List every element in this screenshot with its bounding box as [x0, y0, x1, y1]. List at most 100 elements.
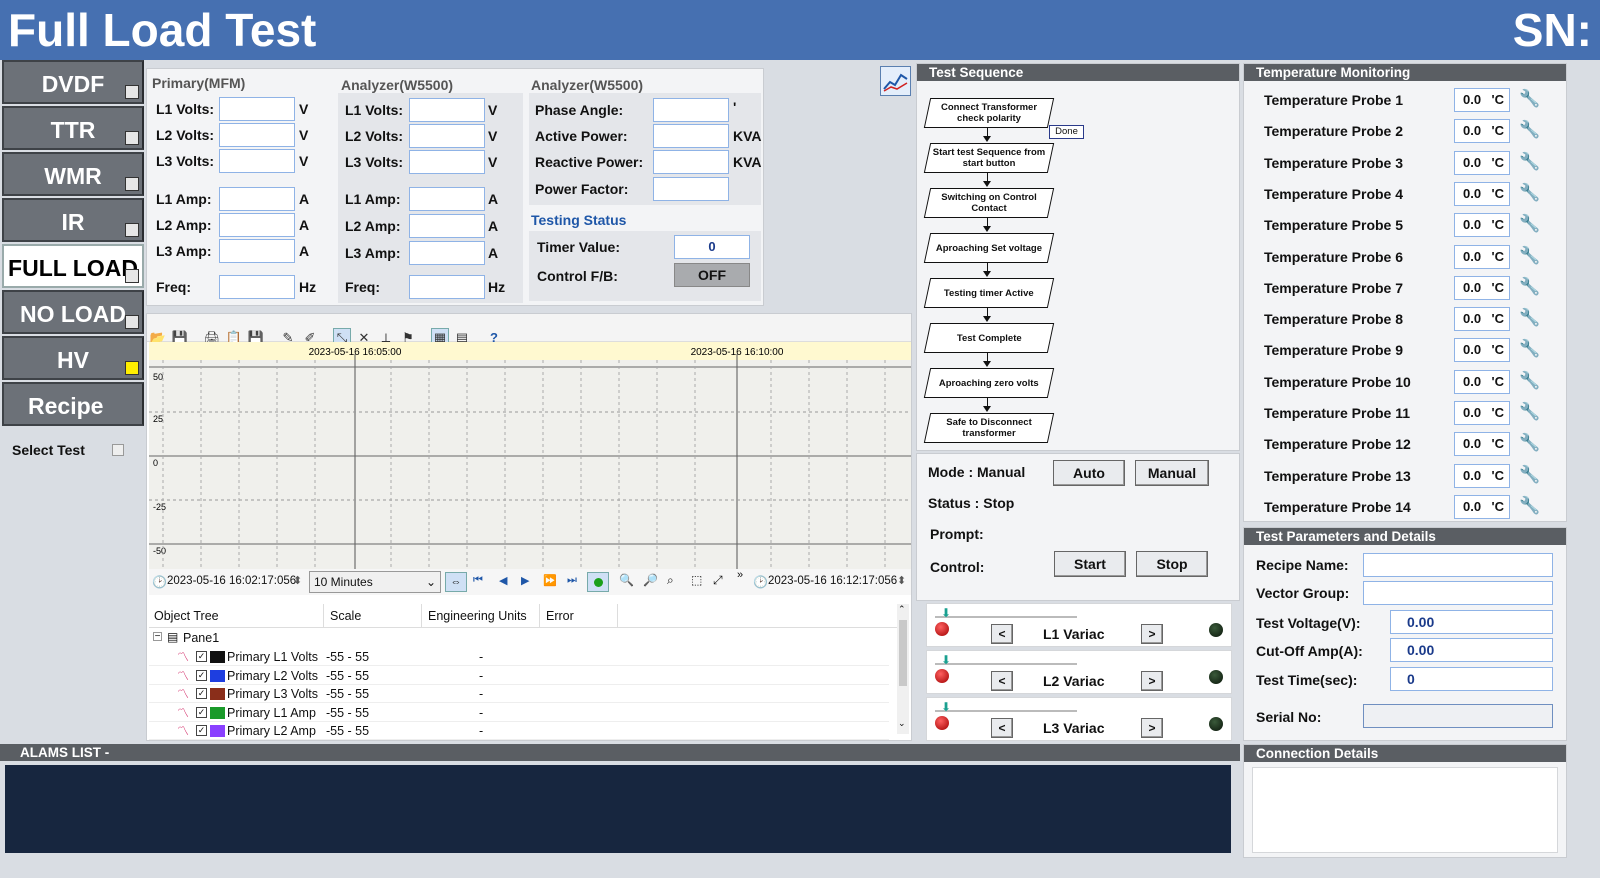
test-params-title: Test Parameters and Details — [1244, 528, 1566, 545]
unit-a: A — [299, 191, 310, 207]
nav-hv-button[interactable]: HV — [2, 336, 144, 380]
end-time-field[interactable]: 2023-05-16 16:12:17:056 — [768, 575, 897, 587]
scroll-up-icon[interactable]: ⌃ — [898, 604, 906, 615]
series-row[interactable]: 〽 ✓ Primary L1 Volts -55 - 55 - — [149, 648, 889, 666]
wrench-icon[interactable]: 🔧 — [1519, 214, 1540, 234]
more-tools-icon[interactable]: » — [737, 569, 743, 581]
series-checkbox[interactable]: ✓ — [196, 706, 207, 718]
test-sequence-title: Test Sequence — [917, 64, 1239, 81]
nav-dvdf-button[interactable]: DVDF — [2, 60, 144, 104]
wrench-icon[interactable]: 🔧 — [1519, 246, 1540, 266]
nav-wmr-button[interactable]: WMR — [2, 152, 144, 196]
wrench-icon[interactable]: 🔧 — [1519, 371, 1540, 391]
variac-increase-button[interactable]: > — [1141, 671, 1163, 691]
nav-ttr-button[interactable]: TTR — [2, 106, 144, 150]
variac-increase-button[interactable]: > — [1141, 624, 1163, 644]
variac-slider-track[interactable] — [935, 663, 1077, 665]
series-checkbox[interactable]: ✓ — [196, 725, 207, 736]
cutoff-amp-field[interactable]: 0.00 — [1390, 638, 1553, 662]
wrench-icon[interactable]: 🔧 — [1519, 308, 1540, 328]
zoom-fit-icon[interactable]: ⌕ — [667, 573, 674, 588]
variac-increase-button[interactable]: > — [1141, 718, 1163, 738]
unit-a: A — [299, 217, 310, 233]
start-time-field[interactable]: 2023-05-16 16:02:17:056 — [167, 575, 296, 587]
last-icon[interactable]: ⏭ — [567, 574, 577, 587]
sequence-step-label: Safe to Disconnect transformer — [946, 417, 1032, 439]
live-icon[interactable] — [587, 572, 609, 592]
nav-ir-button[interactable]: IR — [2, 198, 144, 242]
tree-pane-row[interactable]: − ▤ Pane1 — [153, 630, 633, 648]
wrench-icon[interactable]: 🔧 — [1519, 277, 1540, 297]
zoom-box-icon[interactable]: ⬚ — [691, 573, 702, 587]
nav-no-load-button[interactable]: NO LOAD — [2, 290, 144, 334]
fast-forward-icon[interactable]: ⏩ — [543, 574, 557, 587]
serial-no-field[interactable] — [1363, 704, 1553, 728]
wrench-icon[interactable]: 🔧 — [1519, 89, 1540, 109]
start-button[interactable]: Start — [1054, 551, 1126, 577]
wrench-icon[interactable]: 🔧 — [1519, 402, 1540, 422]
range-select[interactable]: 10 Minutes ⌄ — [309, 571, 441, 593]
series-scale: -55 - 55 — [326, 705, 370, 720]
testing-status-title: Testing Status — [531, 212, 627, 228]
select-test-checkbox[interactable] — [112, 444, 124, 456]
zoom-out-icon[interactable]: 🔎 — [643, 573, 658, 587]
trend-chart-icon[interactable] — [880, 66, 911, 96]
stop-button[interactable]: Stop — [1136, 551, 1208, 577]
primary-freq-label: Freq: — [156, 279, 191, 295]
test-time-field[interactable]: 0 — [1390, 667, 1553, 691]
slider-thumb-icon[interactable]: ⬇ — [941, 606, 951, 620]
wrench-icon[interactable]: 🔧 — [1519, 433, 1540, 453]
nav-full-load-button[interactable]: FULL LOAD — [2, 244, 144, 288]
slider-thumb-icon[interactable]: ⬇ — [941, 653, 951, 667]
test-voltage-field[interactable]: 0.00 — [1390, 610, 1553, 634]
series-units: - — [479, 668, 484, 683]
variac-decrease-button[interactable]: < — [991, 671, 1013, 691]
alarms-list[interactable] — [5, 765, 1231, 853]
scroll-thumb[interactable] — [899, 620, 907, 686]
probe-value: 0.0 'C — [1454, 401, 1510, 425]
auto-button[interactable]: Auto — [1053, 460, 1125, 486]
nav-recipe-button[interactable]: Recipe — [2, 382, 144, 426]
variac-slider-track[interactable] — [935, 616, 1077, 618]
spinner-icon[interactable]: ⬍ — [293, 574, 302, 587]
reactive-power-field — [653, 150, 729, 174]
spinner-icon[interactable]: ⬍ — [897, 574, 906, 587]
variac-slider-track[interactable] — [935, 710, 1077, 712]
unit-hz: Hz — [299, 279, 317, 295]
series-row[interactable]: 〽 ✓ Primary L2 Volts -55 - 55 - — [149, 667, 889, 685]
unit-hz: Hz — [488, 279, 506, 295]
variac-decrease-button[interactable]: < — [991, 624, 1013, 644]
vector-group-field[interactable] — [1363, 581, 1553, 605]
wrench-icon[interactable]: 🔧 — [1519, 183, 1540, 203]
pan-icon[interactable]: ⤢ — [713, 573, 723, 588]
wrench-icon[interactable]: 🔧 — [1519, 496, 1540, 516]
series-checkbox[interactable]: ✓ — [196, 651, 207, 662]
analyzer1-title: Analyzer(W5500) — [341, 77, 454, 93]
fit-width-icon[interactable]: ⇔ — [445, 572, 467, 592]
sequence-step-label: Test Complete — [956, 332, 1022, 344]
wrench-icon[interactable]: 🔧 — [1519, 339, 1540, 359]
series-checkbox[interactable]: ✓ — [196, 669, 207, 681]
series-checkbox[interactable]: ✓ — [196, 688, 207, 699]
recipe-name-field[interactable] — [1363, 553, 1553, 577]
scroll-down-icon[interactable]: ⌄ — [898, 718, 906, 729]
series-row[interactable]: 〽 ✓ Primary L3 Volts -55 - 55 - — [149, 685, 889, 703]
tree-scrollbar[interactable]: ⌃ ⌄ — [897, 604, 909, 734]
manual-button[interactable]: Manual — [1135, 460, 1209, 486]
series-trend-icon: 〽 — [177, 650, 190, 664]
series-row[interactable]: 〽 ✓ Primary L2 Amp -55 - 55 - — [149, 722, 889, 740]
wrench-icon[interactable]: 🔧 — [1519, 152, 1540, 172]
series-row[interactable]: 〽 ✓ Primary L1 Amp -55 - 55 - — [149, 704, 889, 722]
collapse-icon[interactable]: − — [153, 632, 162, 642]
power-factor-field — [653, 177, 729, 201]
next-icon[interactable]: ▶ — [521, 574, 529, 587]
prev-icon[interactable]: ◀ — [499, 574, 507, 587]
wrench-icon[interactable]: 🔧 — [1519, 120, 1540, 140]
probe-unit: 'C — [1491, 248, 1504, 264]
zoom-in-icon[interactable]: 🔍 — [619, 573, 634, 587]
wrench-icon[interactable]: 🔧 — [1519, 465, 1540, 485]
variac-decrease-button[interactable]: < — [991, 718, 1013, 738]
first-icon[interactable]: ⏮ — [473, 574, 483, 587]
slider-thumb-icon[interactable]: ⬇ — [941, 700, 951, 714]
y-tick-label: 50 — [153, 372, 163, 382]
